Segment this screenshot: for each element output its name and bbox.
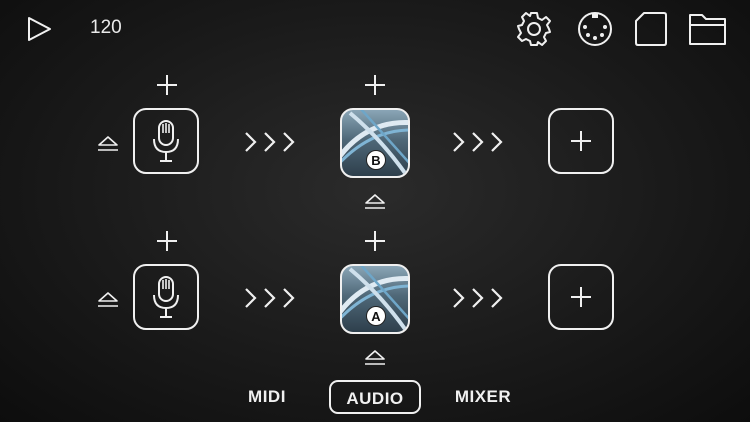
chain-badge: A xyxy=(366,306,386,326)
play-button[interactable] xyxy=(26,16,52,42)
chain-badge: B xyxy=(366,150,386,170)
eject-icon xyxy=(365,194,385,209)
plus-icon xyxy=(365,75,385,95)
effect-plugin-slot[interactable]: A xyxy=(340,264,410,334)
input-eject-button[interactable] xyxy=(97,136,119,152)
add-above-effect-button[interactable] xyxy=(364,230,386,252)
eject-icon xyxy=(98,136,118,151)
add-output-slot[interactable] xyxy=(548,264,614,330)
signal-flow-arrows xyxy=(451,130,507,154)
mic-icon xyxy=(153,276,179,318)
tab-audio[interactable]: AUDIO xyxy=(329,380,421,414)
tab-midi[interactable]: MIDI xyxy=(236,380,298,414)
effect-eject-button[interactable] xyxy=(364,194,386,210)
eject-icon xyxy=(98,292,118,307)
add-output-slot[interactable] xyxy=(548,108,614,174)
tempo-display[interactable]: 120 xyxy=(90,17,122,39)
input-slot[interactable] xyxy=(133,108,199,174)
settings-gear-icon xyxy=(517,12,551,46)
input-eject-button[interactable] xyxy=(97,292,119,308)
add-above-input-button[interactable] xyxy=(156,74,178,96)
chevron-arrows-icon xyxy=(453,132,503,152)
bottom-tab-bar: MIDI AUDIO MIXER xyxy=(0,380,750,420)
effect-eject-button[interactable] xyxy=(364,350,386,366)
play-icon xyxy=(28,17,51,41)
tab-mixer[interactable]: MIXER xyxy=(448,380,518,414)
eject-icon xyxy=(365,350,385,365)
effect-plugin-slot[interactable]: B xyxy=(340,108,410,178)
signal-flow-arrows xyxy=(451,286,507,310)
sd-card-button[interactable] xyxy=(634,11,668,47)
plus-icon xyxy=(157,231,177,251)
mic-icon xyxy=(153,120,179,162)
input-slot[interactable] xyxy=(133,264,199,330)
chevron-arrows-icon xyxy=(453,288,503,308)
plus-icon xyxy=(571,287,591,307)
folder-icon xyxy=(689,14,726,45)
add-above-input-button[interactable] xyxy=(156,230,178,252)
plus-icon xyxy=(571,131,591,151)
add-above-effect-button[interactable] xyxy=(364,74,386,96)
midi-port-button[interactable] xyxy=(577,11,613,47)
sd-card-icon xyxy=(635,12,667,46)
settings-button[interactable] xyxy=(515,10,553,48)
midi-port-icon xyxy=(578,12,612,46)
folder-button[interactable] xyxy=(688,11,728,47)
plus-icon xyxy=(365,231,385,251)
signal-flow-arrows xyxy=(243,130,299,154)
chevron-arrows-icon xyxy=(245,288,295,308)
plus-icon xyxy=(157,75,177,95)
signal-flow-arrows xyxy=(243,286,299,310)
chevron-arrows-icon xyxy=(245,132,295,152)
